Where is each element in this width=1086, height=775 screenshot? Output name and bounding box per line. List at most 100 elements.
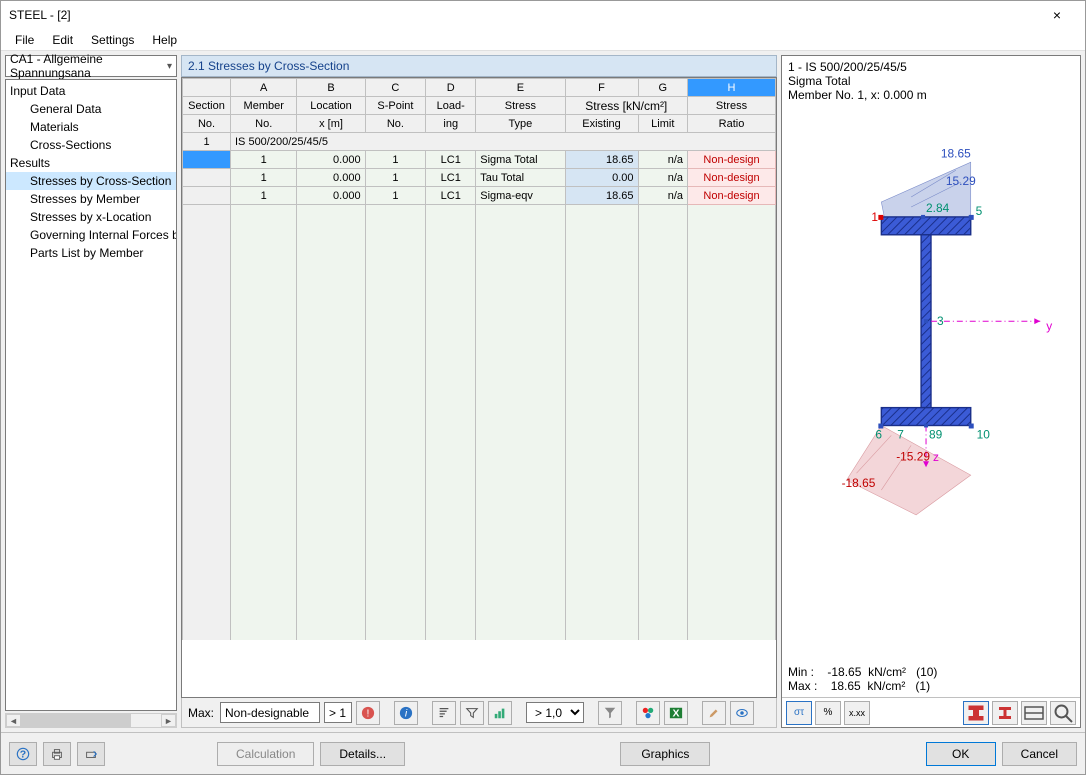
th-member2: No. (231, 115, 297, 133)
footer-bar: ? Calculation Details... Graphics OK Can… (1, 732, 1085, 774)
th-section: Section (183, 97, 231, 115)
th-limit: Limit (638, 115, 688, 133)
table-row[interactable]: 1 0.000 1 LC1 Tau Total 0.00 n/a Non-des… (183, 169, 776, 187)
th-d[interactable]: D (426, 79, 476, 97)
menu-bar: File Edit Settings Help (1, 29, 1085, 51)
th-stype: Type (476, 115, 565, 133)
funnel-icon[interactable] (598, 701, 622, 725)
th-f[interactable]: F (565, 79, 638, 97)
tree-parts-list-by-member[interactable]: Parts List by Member (6, 244, 176, 262)
table-group-row[interactable]: 1 IS 500/200/25/45/5 (183, 133, 776, 151)
palette-icon[interactable] (636, 701, 660, 725)
svg-text:-15.29: -15.29 (896, 449, 930, 463)
window-title: STEEL - [2] (9, 8, 1037, 22)
export-button[interactable] (77, 742, 105, 766)
scroll-left-icon[interactable]: ◄ (6, 714, 21, 727)
chart-icon[interactable] (488, 701, 512, 725)
tree-governing-internal-forces[interactable]: Governing Internal Forces by M (6, 226, 176, 244)
filter-icon[interactable] (460, 701, 484, 725)
max-value-field[interactable]: Non-designable (220, 702, 320, 723)
main-area: CA1 - Allgemeine Spannungsana ▾ Input Da… (1, 51, 1085, 732)
tree-general-data[interactable]: General Data (6, 100, 176, 118)
graphics-button[interactable]: Graphics (620, 742, 710, 766)
th-e[interactable]: E (476, 79, 565, 97)
preview-info-line1: 1 - IS 500/200/25/45/5 (788, 60, 1074, 74)
gt1-field[interactable]: > 1 (324, 702, 352, 723)
preview-panel: 1 - IS 500/200/25/45/5 Sigma Total Membe… (781, 55, 1081, 728)
scroll-thumb[interactable] (21, 714, 131, 727)
panel-title: 2.1 Stresses by Cross-Section (181, 55, 777, 77)
cross-section-canvas[interactable]: 18.65 15.29 2.84 5 1 3 y 6 7 89 10 -15.2… (782, 106, 1080, 661)
th-ratio2: Ratio (688, 115, 776, 133)
svg-text:3: 3 (937, 314, 944, 328)
preview-stats: Min : -18.65 kN/cm² (10) Max : 18.65 kN/… (782, 661, 1080, 697)
sidebar-horizontal-scrollbar[interactable]: ◄ ► (5, 713, 177, 728)
scale-select[interactable]: > 1,0 (526, 702, 584, 723)
preview-info-line2: Sigma Total (788, 74, 1074, 88)
sort-icon[interactable] (432, 701, 456, 725)
scroll-right-icon[interactable]: ► (161, 714, 176, 727)
th-loc2: x [m] (297, 115, 365, 133)
svg-text:5: 5 (976, 204, 983, 218)
case-selector[interactable]: CA1 - Allgemeine Spannungsana ▾ (5, 55, 177, 77)
help-button[interactable]: ? (9, 742, 37, 766)
view-dimensions-icon[interactable] (1021, 701, 1047, 725)
svg-text:7: 7 (897, 427, 904, 441)
view-section-icon[interactable] (963, 701, 989, 725)
details-button[interactable]: Details... (320, 742, 405, 766)
cross-section-svg: 18.65 15.29 2.84 5 1 3 y 6 7 89 10 -15.2… (782, 136, 1080, 566)
menu-help[interactable]: Help (144, 31, 185, 49)
th-h[interactable]: H (688, 79, 776, 97)
tree-cross-sections[interactable]: Cross-Sections (6, 136, 176, 154)
case-selector-text: CA1 - Allgemeine Spannungsana (10, 52, 167, 80)
tree-input-data[interactable]: Input Data (6, 82, 176, 100)
svg-text:1: 1 (871, 210, 878, 224)
ok-button[interactable]: OK (926, 742, 996, 766)
tree-results[interactable]: Results (6, 154, 176, 172)
view-isometric-icon[interactable] (992, 701, 1018, 725)
percent-button[interactable]: % (815, 701, 841, 725)
tree-stresses-by-cross-section[interactable]: Stresses by Cross-Section (6, 172, 176, 190)
svg-text:10: 10 (977, 427, 991, 441)
sigma-tau-button[interactable]: στ (786, 701, 812, 725)
th-stress: Stress (476, 97, 565, 115)
eye-icon[interactable] (730, 701, 754, 725)
export-excel-icon[interactable]: X (664, 701, 688, 725)
window-close-icon[interactable]: × (1037, 7, 1077, 23)
th-c[interactable]: C (365, 79, 426, 97)
menu-file[interactable]: File (7, 31, 42, 49)
print-button[interactable] (43, 742, 71, 766)
svg-text:y: y (1046, 319, 1052, 333)
table-row[interactable]: 1 0.000 1 LC1 Sigma Total 18.65 n/a Non-… (183, 151, 776, 169)
table-empty-area (183, 205, 776, 640)
th-g[interactable]: G (638, 79, 688, 97)
brush-icon[interactable] (702, 701, 726, 725)
tree-materials[interactable]: Materials (6, 118, 176, 136)
svg-text:!: ! (367, 707, 370, 719)
cancel-button[interactable]: Cancel (1002, 742, 1077, 766)
max-label: Max: (188, 706, 214, 720)
th-section2: No. (183, 115, 231, 133)
th-member: Member (231, 97, 297, 115)
tree-stresses-by-x-location[interactable]: Stresses by x-Location (6, 208, 176, 226)
precision-button[interactable]: x.xx (844, 701, 870, 725)
th-b[interactable]: B (297, 79, 365, 97)
menu-edit[interactable]: Edit (44, 31, 81, 49)
table-row[interactable]: 1 0.000 1 LC1 Sigma-eqv 18.65 n/a Non-de… (183, 187, 776, 205)
th-ratio: Stress (688, 97, 776, 115)
print-preview-icon[interactable] (1050, 701, 1076, 725)
th-existing: Existing (565, 115, 638, 133)
results-table-wrap: A B C D E F G H Section Member Location (181, 77, 777, 698)
calculation-button[interactable]: Calculation (217, 742, 314, 766)
scroll-track[interactable] (21, 714, 161, 727)
svg-text:-18.65: -18.65 (842, 476, 876, 490)
tree-stresses-by-member[interactable]: Stresses by Member (6, 190, 176, 208)
svg-text:X: X (673, 707, 680, 719)
menu-settings[interactable]: Settings (83, 31, 142, 49)
center-panel: 2.1 Stresses by Cross-Section A B C D E … (181, 55, 777, 728)
chevron-down-icon: ▾ (167, 61, 172, 72)
status-error-icon[interactable]: ! (356, 701, 380, 725)
svg-text:2.84: 2.84 (926, 201, 950, 215)
info-icon[interactable]: i (394, 701, 418, 725)
th-a[interactable]: A (231, 79, 297, 97)
